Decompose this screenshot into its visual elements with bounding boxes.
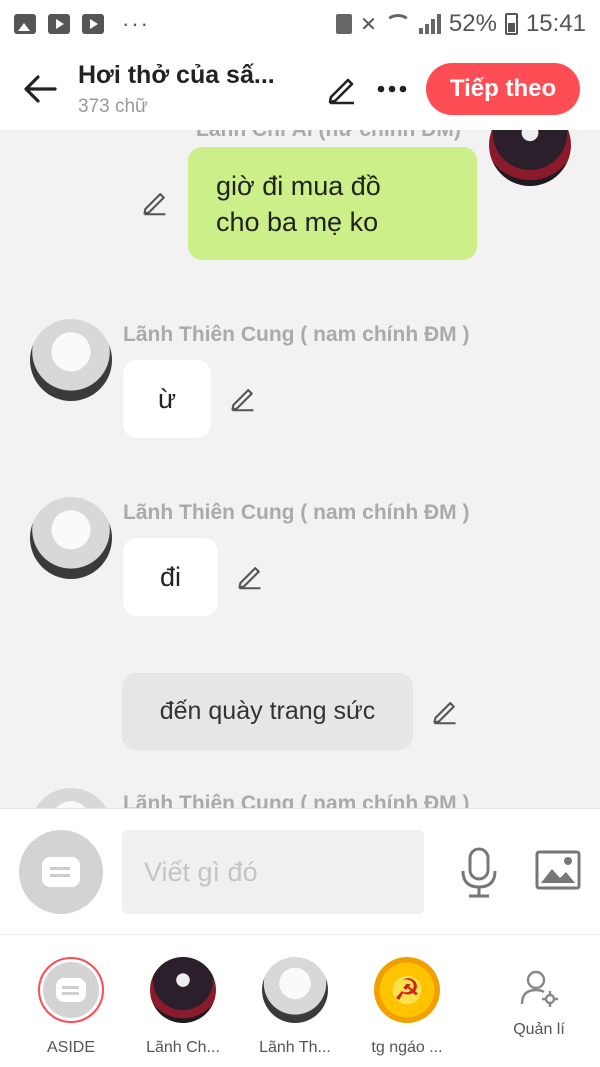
clock: 15:41 [525,10,586,37]
microphone-button[interactable] [456,843,502,903]
gallery-icon [535,850,581,890]
edit-message-button[interactable] [138,185,172,219]
character-label: ASIDE [46,1039,95,1056]
sender-name: Lãnh Thiên Cung ( nam chính ĐM ) [123,792,470,808]
pencil-icon [231,389,254,412]
mute-icon: ✕ [360,13,377,36]
input-bar [0,808,600,934]
edit-title-button[interactable] [322,69,362,109]
message-icon [56,978,86,1002]
message-text: đi [159,561,181,592]
avatar-lanh-chi-ai[interactable] [489,130,571,186]
character-lanh-chi-ai[interactable]: Lãnh Ch... [128,957,238,1057]
aside-text: đến quày trang sức [159,697,376,725]
character-label: Lãnh Th... [259,1039,331,1056]
next-button[interactable]: Tiếp theo [426,63,580,115]
character-avatar [262,957,328,1023]
avatar-lanh-thien-cung[interactable] [30,788,112,808]
sender-name: Lãnh Thiên Cung ( nam chính ĐM ) [123,501,470,524]
message-input[interactable] [122,830,424,914]
wifi-icon [384,14,411,34]
aside-bubble[interactable]: đến quày trang sức [122,673,413,750]
manage-user-icon [514,963,564,1013]
signal-icon [418,14,441,34]
message-bubble-right[interactable]: giờ đi mua đồ cho ba mẹ ko [188,147,477,260]
word-count: 373 chữ [78,95,148,117]
avatar-lanh-thien-cung[interactable] [30,497,112,579]
character-aside[interactable]: ASIDE [16,957,126,1057]
back-arrow-icon [24,75,57,103]
battery-icon [504,13,518,35]
more-icon [377,85,407,93]
microphone-icon [461,847,497,898]
image-notification-icon [14,14,36,34]
edit-message-button[interactable] [226,381,260,415]
sender-name: Lãnh Chi Ái (nữ chính ĐM) [196,130,461,142]
back-button[interactable] [20,69,60,109]
pencil-icon [328,78,354,105]
story-title: Hơi thở của sấ... [78,60,275,89]
character-bar: ASIDE Lãnh Ch... Lãnh Th... ☭ tg ngáo ..… [0,934,600,1067]
sender-name: Lãnh Thiên Cung ( nam chính ĐM ) [123,323,470,346]
pencil-icon [143,193,166,216]
character-lanh-thien-cung[interactable]: Lãnh Th... [240,957,350,1057]
battery-saver-icon [336,14,353,34]
pencil-icon [433,702,456,725]
aside-toggle-button[interactable] [19,830,103,914]
more-options-button[interactable] [372,69,412,109]
character-avatar: ☭ [374,957,440,1023]
avatar-lanh-thien-cung[interactable] [30,319,112,401]
character-label: tg ngáo ... [371,1039,443,1056]
status-bar: ··· ✕ 52% 15:41 [0,0,600,48]
battery-percent: 52% [448,10,497,37]
header: Hơi thở của sấ... 373 chữ Tiếp theo [0,48,600,130]
aside-avatar [38,957,104,1023]
character-label: Lãnh Ch... [146,1039,220,1056]
youtube-notification-icon [82,14,104,34]
pencil-icon [238,567,261,590]
message-text: ừ [157,383,177,414]
message-bubble-left[interactable]: đi [123,538,218,616]
character-tg-ngao[interactable]: ☭ tg ngáo ... [352,957,462,1057]
edit-message-button[interactable] [428,694,462,728]
title-block: Hơi thở của sấ... 373 chữ [78,61,308,118]
message-icon [42,857,80,887]
chat-area[interactable]: Lãnh Chi Ái (nữ chính ĐM) giờ đi mua đồ … [0,130,600,808]
more-notifications-icon: ··· [122,11,150,36]
gallery-button[interactable] [534,847,582,893]
character-label: Quản lí [513,1021,565,1038]
edit-message-button[interactable] [233,559,267,593]
video-notification-icon [48,14,70,34]
message-text-line: cho ba mẹ ko [216,206,379,237]
message-bubble-left[interactable]: ừ [123,360,211,438]
manage-characters-button[interactable]: Quản lí [484,957,594,1039]
character-avatar [150,957,216,1023]
message-text-line: giờ đi mua đồ [216,170,381,201]
